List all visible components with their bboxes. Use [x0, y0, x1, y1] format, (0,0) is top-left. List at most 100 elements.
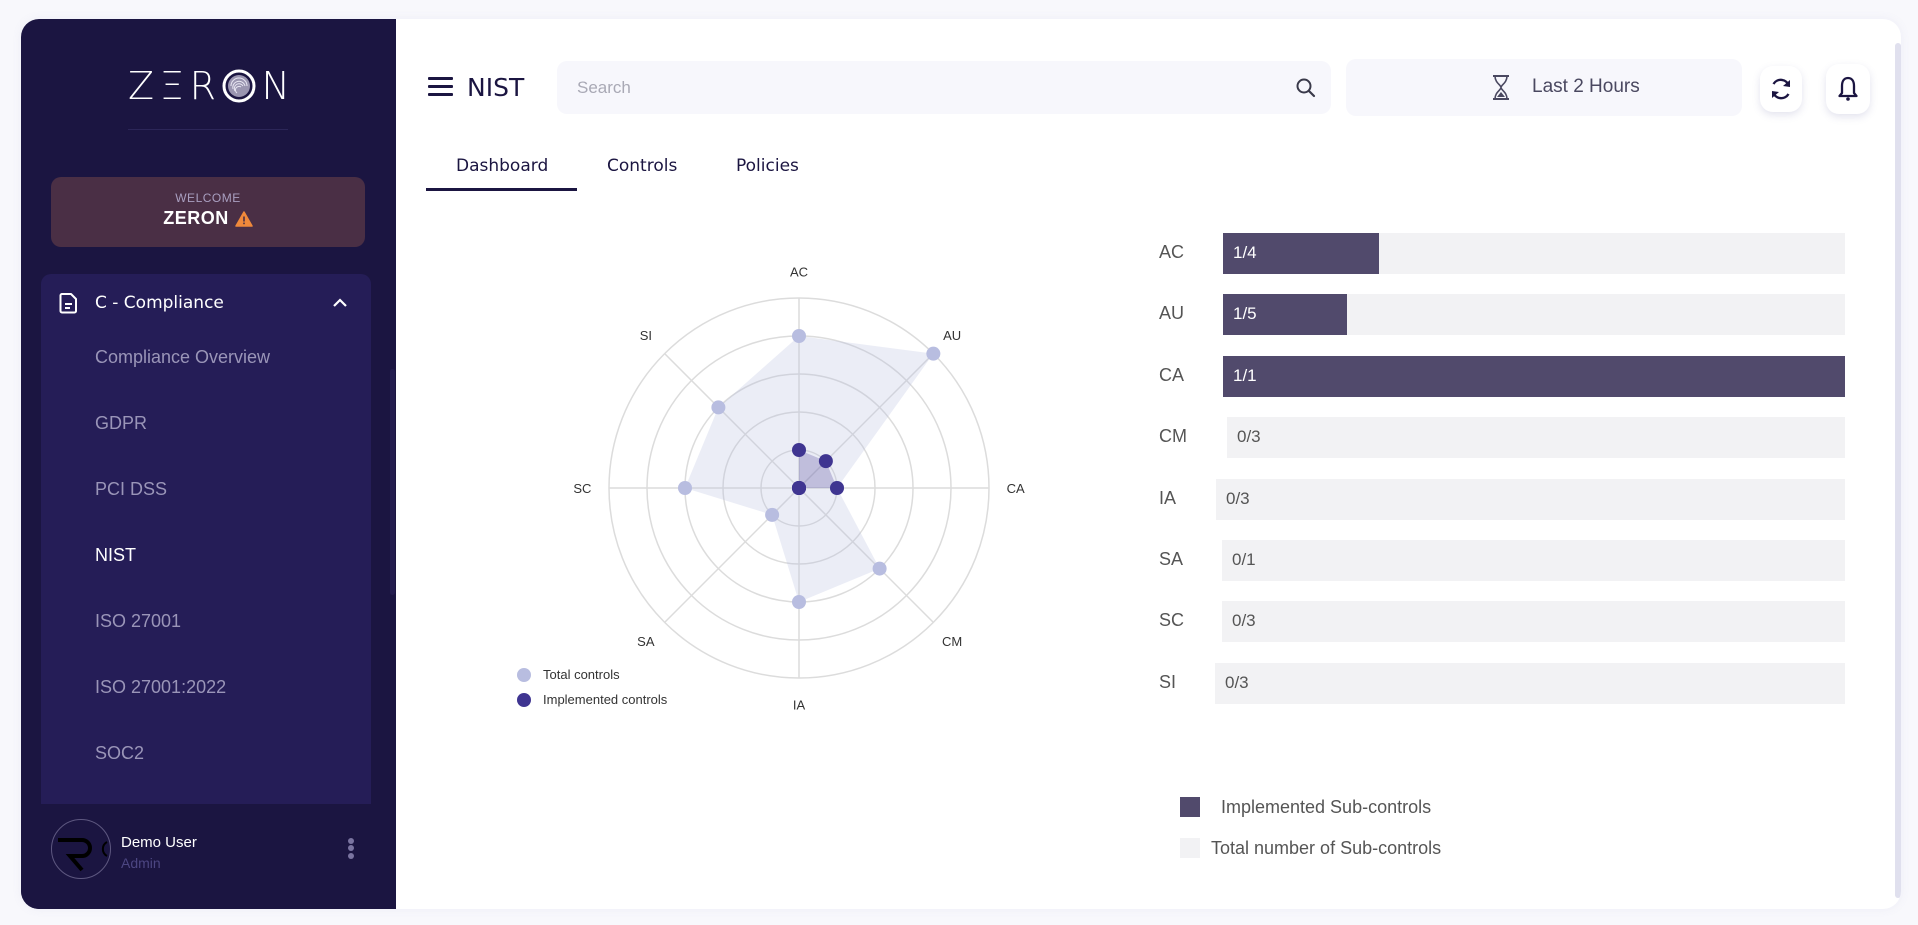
- hourglass-icon: [1493, 75, 1509, 100]
- welcome-name: ZERON: [163, 208, 229, 228]
- radar-axis-label: CM: [942, 634, 962, 649]
- bar-track-total[interactable]: 0/3: [1215, 662, 1845, 704]
- bar-track-total[interactable]: 0/3: [1216, 478, 1845, 520]
- legend-label-total-subcontrols: Total number of Sub-controls: [1211, 838, 1442, 858]
- radar-point-implemented[interactable]: [818, 454, 833, 469]
- radar-axis-label: SA: [637, 634, 655, 649]
- bar-category-label: AU: [1159, 303, 1185, 324]
- radar-point-total[interactable]: [711, 400, 726, 415]
- welcome-name-row: ZERON: [163, 208, 253, 229]
- radar-axis-label: SI: [640, 328, 652, 343]
- logo-letter: N: [261, 64, 290, 108]
- sidebar-item-soc2[interactable]: SOC2: [95, 743, 144, 764]
- avatar[interactable]: [51, 819, 111, 879]
- main-scrollbar[interactable]: [1895, 43, 1901, 898]
- compliance-group-toggle[interactable]: C - Compliance: [41, 274, 371, 334]
- sidebar-item-iso-27001-2022[interactable]: ISO 27001:2022: [95, 677, 226, 698]
- time-range-selector[interactable]: Last 2 Hours: [1346, 59, 1742, 116]
- bar-track-total[interactable]: 1/4: [1223, 233, 1845, 274]
- fingerprint-logo-icon: [222, 69, 256, 103]
- sidebar-item-compliance-overview[interactable]: Compliance Overview: [95, 347, 270, 368]
- search-input[interactable]: [577, 61, 1277, 114]
- sidebar-scrollbar[interactable]: [390, 369, 395, 595]
- bar-data-label: 0/3: [1226, 488, 1250, 508]
- radar-point-total[interactable]: [792, 329, 806, 343]
- radar-point-implemented[interactable]: [792, 443, 806, 457]
- logo-letter: Z: [128, 64, 155, 108]
- logo-divider: [128, 129, 288, 130]
- legend-label-implemented-subcontrols: Implemented Sub-controls: [1221, 797, 1432, 817]
- bar-track-total[interactable]: 0/3: [1222, 601, 1845, 643]
- bar-data-label: 1/4: [1233, 243, 1257, 262]
- radar-point-total[interactable]: [926, 346, 941, 361]
- user-menu-kebab-icon[interactable]: [345, 836, 357, 862]
- sidebar-item-gdpr[interactable]: GDPR: [95, 413, 147, 434]
- bar-data-label: 0/3: [1225, 672, 1249, 692]
- refresh-button[interactable]: [1760, 66, 1802, 112]
- sidebar-item-iso-27001[interactable]: ISO 27001: [95, 611, 181, 632]
- legend-marker-total-subcontrols: [1180, 838, 1200, 858]
- avatar-logo-icon: [58, 838, 108, 872]
- warning-triangle-icon: [235, 210, 253, 227]
- radar-chart: AC AU CA CM IA SA SC SI Total controls Implemen…: [517, 264, 1025, 713]
- page-title: NIST: [467, 73, 525, 102]
- bar-track-total[interactable]: 1/5: [1223, 294, 1845, 336]
- bar-data-label: 0/3: [1237, 427, 1261, 447]
- document-icon: [59, 293, 77, 314]
- bar-category-label: CA: [1159, 364, 1185, 385]
- app-window: Z Ξ R N WELCOME ZERON C - Compliance Com…: [21, 19, 1901, 909]
- user-name: Demo User: [121, 834, 197, 851]
- legend-label-implemented-controls: Implemented controls: [543, 692, 668, 707]
- chevron-up-icon[interactable]: [331, 295, 349, 311]
- bar-data-label: 1/5: [1233, 304, 1257, 324]
- bar-data-label: 0/3: [1232, 611, 1256, 631]
- legend-marker-total-controls: [517, 668, 531, 682]
- bar-data-label: 0/1: [1232, 550, 1256, 569]
- bar-track-total[interactable]: 0/3: [1227, 417, 1845, 459]
- radar-point-total[interactable]: [765, 507, 780, 522]
- radar-axis-label: CA: [1007, 481, 1025, 496]
- time-range-label: Last 2 Hours: [1532, 76, 1640, 97]
- bar-track-total[interactable]: 0/1: [1222, 540, 1845, 581]
- legend-marker-implemented-controls: [517, 693, 531, 707]
- search-bar: [557, 61, 1331, 114]
- user-profile: Demo User Admin: [21, 804, 396, 909]
- compliance-group-label: C - Compliance: [95, 293, 224, 313]
- tab-controls[interactable]: Controls: [607, 156, 677, 176]
- tab-policies[interactable]: Policies: [736, 156, 799, 176]
- search-icon[interactable]: [1295, 77, 1317, 99]
- bar-category-label: CM: [1159, 426, 1187, 447]
- radar-point-implemented[interactable]: [830, 481, 844, 495]
- logo-letter: Ξ: [159, 64, 184, 108]
- radar-point-total[interactable]: [872, 561, 887, 576]
- radar-point-total[interactable]: [792, 595, 806, 609]
- refresh-icon: [1771, 78, 1791, 100]
- sidebar: Z Ξ R N WELCOME ZERON C - Compliance Com…: [21, 19, 396, 909]
- radar-legend: Total controls Implemented controls: [517, 667, 668, 707]
- radar-axis-label: IA: [793, 698, 806, 713]
- welcome-card: WELCOME ZERON: [51, 177, 365, 247]
- radar-point-total[interactable]: [678, 481, 692, 495]
- radar-point-implemented[interactable]: [792, 481, 806, 495]
- bar-track-total[interactable]: 1/1: [1223, 355, 1845, 397]
- hamburger-menu-icon[interactable]: [428, 77, 453, 97]
- welcome-label: WELCOME: [175, 191, 241, 205]
- radar-axis-label: AC: [790, 264, 808, 279]
- legend-marker-implemented-subcontrols: [1180, 797, 1200, 817]
- logo-letter: R: [189, 64, 216, 108]
- sidebar-item-pci-dss[interactable]: PCI DSS: [95, 479, 167, 500]
- sidebar-item-nist[interactable]: NIST: [95, 545, 136, 566]
- notifications-button[interactable]: [1826, 64, 1870, 114]
- legend-label-total-controls: Total controls: [543, 667, 620, 682]
- active-tab-indicator: [426, 188, 577, 191]
- bar-category-label: SI: [1159, 671, 1177, 692]
- bar-category-label: SA: [1159, 549, 1184, 569]
- radar-axis-label: AU: [943, 328, 961, 343]
- user-role: Admin: [121, 855, 161, 871]
- compliance-menu-group: C - Compliance Compliance Overview GDPR …: [41, 274, 371, 804]
- zeron-logo: Z Ξ R N: [128, 65, 290, 107]
- tab-dashboard[interactable]: Dashboard: [456, 156, 548, 176]
- bar-category-label: IA: [1159, 487, 1177, 508]
- bar-category-label: AC: [1159, 242, 1185, 262]
- bar-data-label: 1/1: [1233, 365, 1257, 385]
